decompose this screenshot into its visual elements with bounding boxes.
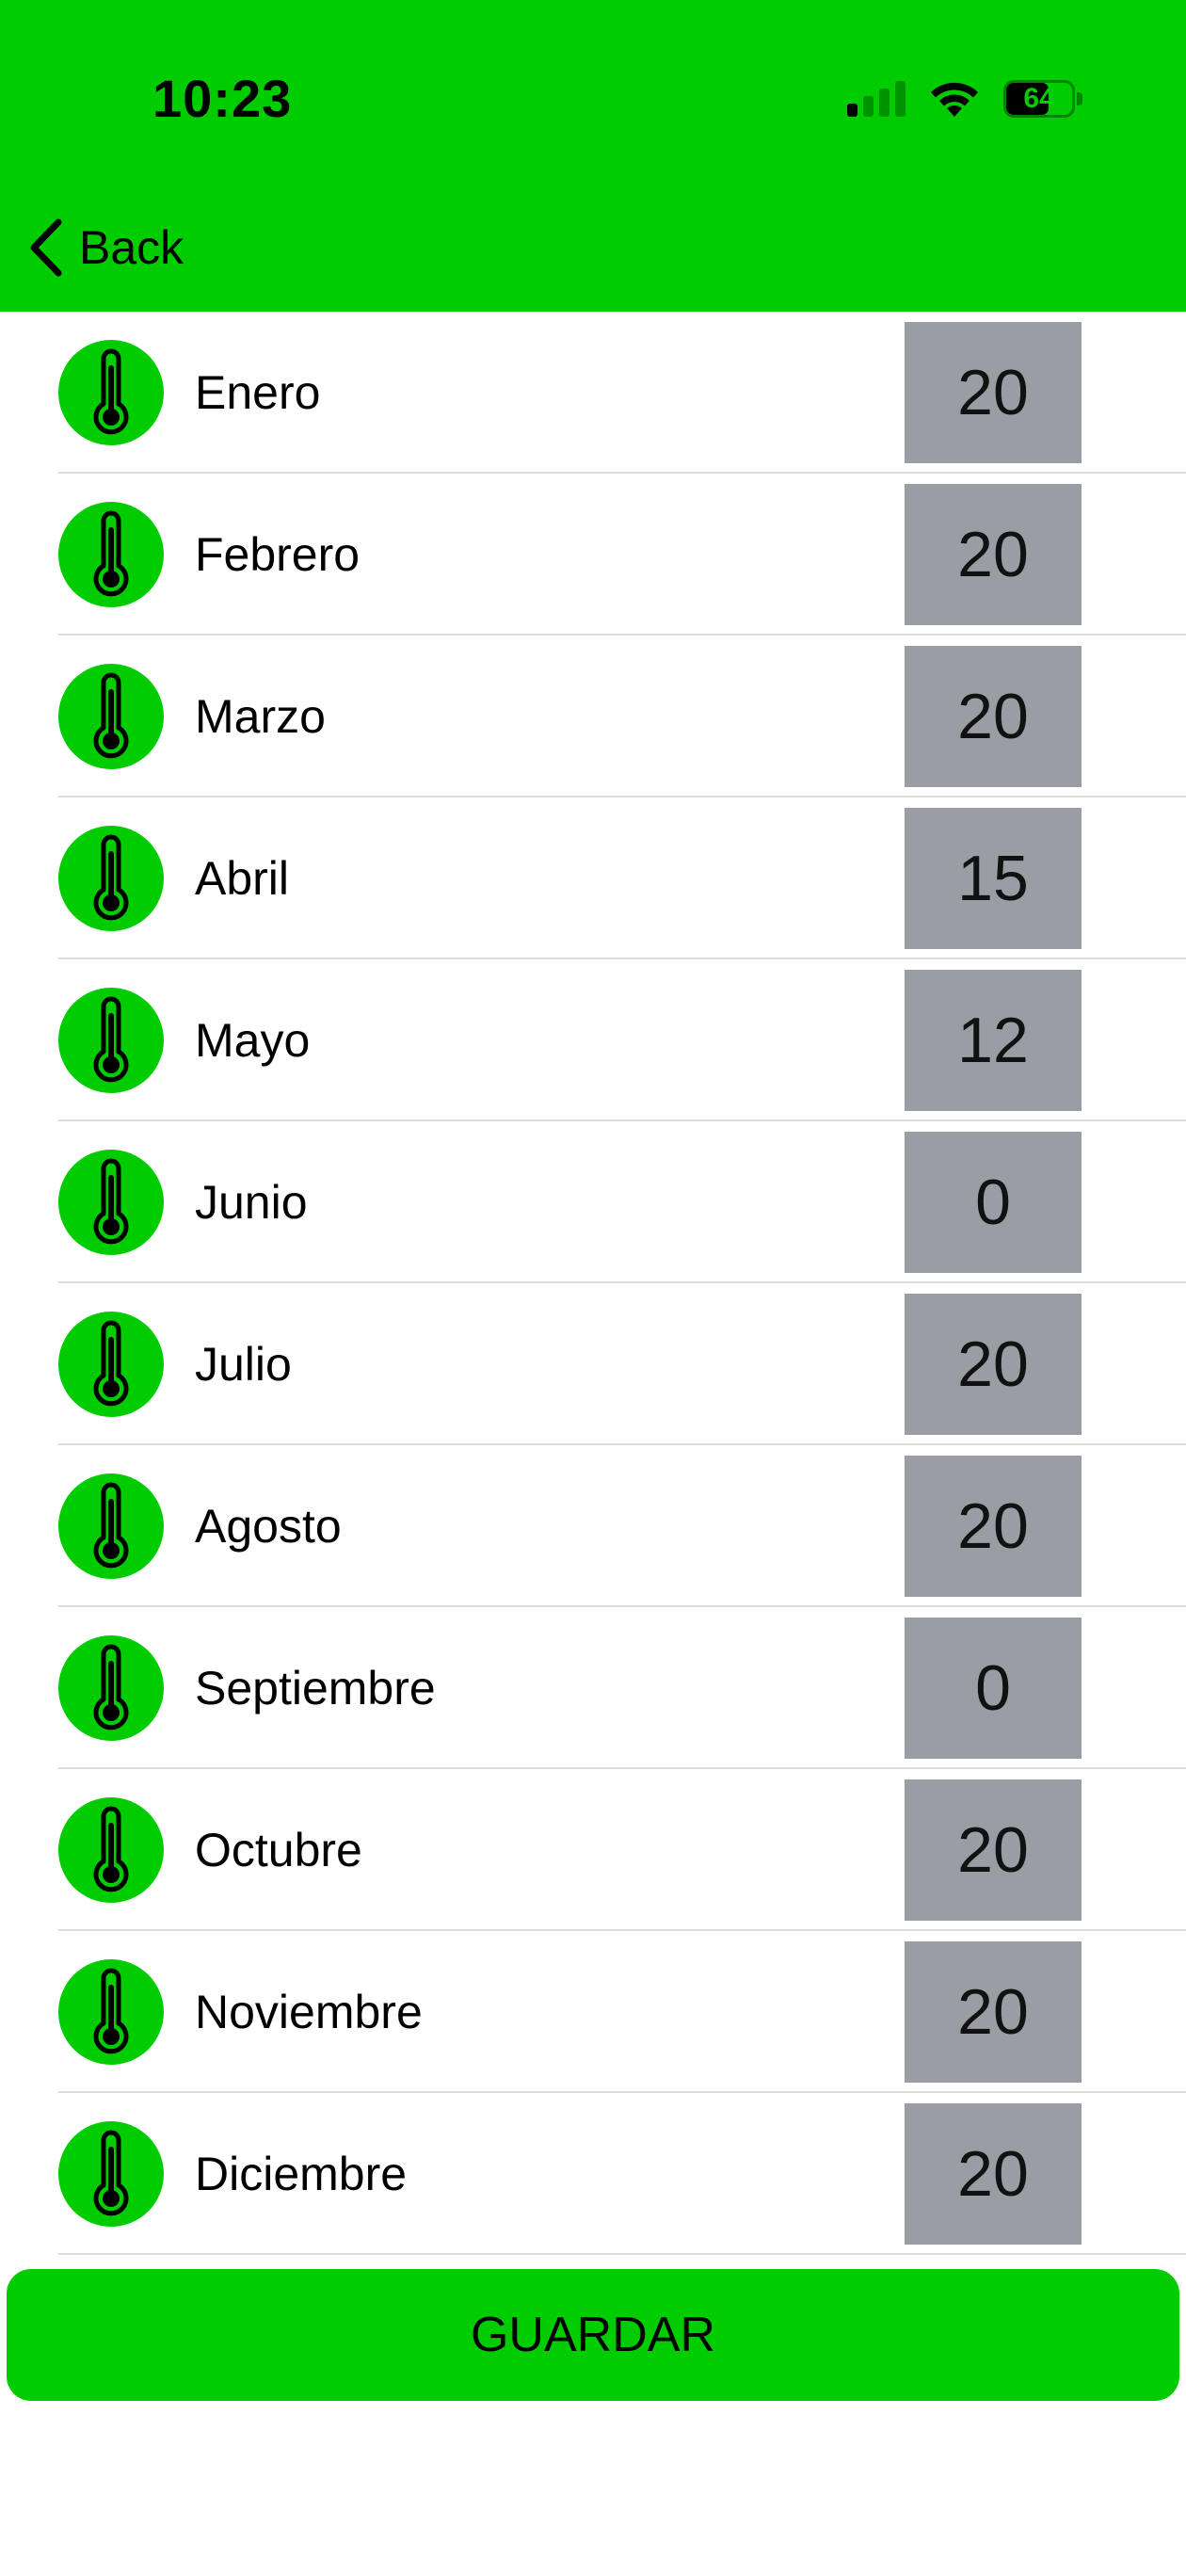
thermometer-icon <box>58 664 164 769</box>
month-row-mayo: Mayo <box>0 959 1186 1121</box>
thermometer-icon <box>58 1473 164 1579</box>
month-label: Diciembre <box>195 2148 408 2200</box>
month-row-diciembre: Diciembre <box>0 2093 1186 2255</box>
month-label: Junio <box>195 1176 308 1229</box>
thermometer-icon <box>58 826 164 931</box>
month-row-enero: Enero <box>0 312 1186 474</box>
month-row-abril: Abril <box>0 797 1186 959</box>
month-row-agosto: Agosto <box>0 1445 1186 1607</box>
month-value-input-junio[interactable] <box>905 1132 1082 1273</box>
month-row-marzo: Marzo <box>0 636 1186 797</box>
month-label: Noviembre <box>195 1986 423 2038</box>
thermometer-icon <box>58 340 164 445</box>
status-icons: 64 <box>847 75 1082 122</box>
battery-percentage: 64 <box>1023 83 1055 114</box>
month-row-junio: Junio <box>0 1121 1186 1283</box>
thermometer-icon <box>58 2121 164 2227</box>
thermometer-icon <box>58 988 164 1093</box>
nav-header: 10:23 64 Back <box>0 0 1186 312</box>
month-label: Julio <box>195 1338 292 1391</box>
month-value-input-noviembre[interactable] <box>905 1941 1082 2083</box>
thermometer-icon <box>58 1959 164 2065</box>
month-value-input-julio[interactable] <box>905 1294 1082 1435</box>
month-row-septiembre: Septiembre <box>0 1607 1186 1769</box>
month-row-octubre: Octubre <box>0 1769 1186 1931</box>
thermometer-icon <box>58 502 164 607</box>
back-label: Back <box>79 221 184 274</box>
month-value-input-febrero[interactable] <box>905 484 1082 625</box>
month-row-julio: Julio <box>0 1283 1186 1445</box>
month-row-febrero: Febrero <box>0 474 1186 636</box>
month-value-input-mayo[interactable] <box>905 970 1082 1111</box>
wifi-icon <box>931 82 978 117</box>
month-label: Octubre <box>195 1824 362 1876</box>
month-value-input-diciembre[interactable] <box>905 2103 1082 2245</box>
battery-icon: 64 <box>1003 80 1082 118</box>
month-label: Enero <box>195 366 321 419</box>
month-value-input-agosto[interactable] <box>905 1456 1082 1597</box>
month-value-input-marzo[interactable] <box>905 646 1082 787</box>
back-button[interactable]: Back <box>26 215 184 281</box>
thermometer-icon <box>58 1797 164 1903</box>
chevron-left-icon <box>30 218 62 277</box>
month-label: Marzo <box>195 690 326 743</box>
month-row-noviembre: Noviembre <box>0 1931 1186 2093</box>
thermometer-icon <box>58 1635 164 1741</box>
month-label: Febrero <box>195 528 361 581</box>
month-value-input-abril[interactable] <box>905 808 1082 949</box>
thermometer-icon <box>58 1150 164 1255</box>
month-label: Septiembre <box>195 1662 436 1715</box>
month-value-input-septiembre[interactable] <box>905 1618 1082 1759</box>
month-value-input-enero[interactable] <box>905 322 1082 463</box>
month-label: Agosto <box>195 1500 342 1553</box>
month-list: Enero Febrero Marzo <box>0 312 1186 2255</box>
thermometer-icon <box>58 1312 164 1417</box>
month-value-input-octubre[interactable] <box>905 1779 1082 1921</box>
month-label: Mayo <box>195 1014 311 1067</box>
cellular-signal-icon <box>847 81 906 117</box>
month-label: Abril <box>195 852 290 905</box>
save-button[interactable]: GUARDAR <box>7 2269 1179 2401</box>
status-time: 10:23 <box>152 69 293 128</box>
